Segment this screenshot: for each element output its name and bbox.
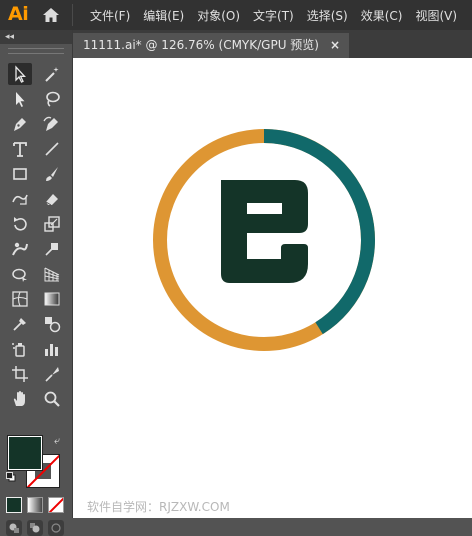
direct-selection-tool-icon[interactable] bbox=[8, 88, 32, 110]
paintbrush-tool-icon[interactable] bbox=[40, 163, 64, 185]
menu-separator bbox=[72, 4, 73, 26]
tools-panel-header: ◂◂ bbox=[0, 30, 72, 44]
lasso-tool-icon[interactable] bbox=[40, 88, 64, 110]
app-logo: Ai bbox=[8, 3, 29, 25]
menu-items: 文件(F) 编辑(E) 对象(O) 文字(T) 选择(S) 效果(C) 视图(V… bbox=[90, 7, 457, 24]
artboard-tool-icon[interactable] bbox=[8, 363, 32, 385]
none-mode-icon[interactable] bbox=[48, 497, 64, 513]
swap-fill-stroke-icon[interactable]: ⤶ bbox=[54, 434, 60, 448]
type-tool-icon[interactable] bbox=[8, 138, 32, 160]
fill-swatch[interactable] bbox=[7, 435, 43, 471]
watermark-text: 软件自学网：RJZXW.COM bbox=[87, 500, 230, 514]
close-tab-icon[interactable]: × bbox=[330, 33, 340, 58]
menu-select[interactable]: 选择(S) bbox=[307, 7, 348, 24]
shape-builder-tool-icon[interactable] bbox=[8, 263, 32, 285]
document-tab[interactable]: 11111.ai* @ 126.76% (CMYK/GPU 预览) × bbox=[73, 33, 349, 58]
draw-behind-icon[interactable] bbox=[27, 520, 43, 536]
fill-stroke-control: ⤶ bbox=[6, 434, 66, 490]
document-tab-bar: 11111.ai* @ 126.76% (CMYK/GPU 预览) × bbox=[73, 30, 472, 58]
collapse-panel-icon[interactable]: ◂◂ bbox=[5, 30, 14, 44]
menu-type[interactable]: 文字(T) bbox=[253, 7, 294, 24]
gradient-mode-icon[interactable] bbox=[27, 497, 43, 513]
drawing-modes-row bbox=[6, 520, 64, 536]
document-tab-title: 11111.ai* @ 126.76% (CMYK/GPU 预览) bbox=[83, 38, 319, 52]
pen-tool-icon[interactable] bbox=[8, 113, 32, 135]
mesh-tool-icon[interactable] bbox=[8, 288, 32, 310]
menu-bar: Ai 文件(F) 编辑(E) 对象(O) 文字(T) 选择(S) 效果(C) 视… bbox=[0, 0, 472, 30]
menu-object[interactable]: 对象(O) bbox=[197, 7, 240, 24]
blend-tool-icon[interactable] bbox=[40, 313, 64, 335]
column-graph-tool-icon[interactable] bbox=[40, 338, 64, 360]
color-mode-icon[interactable] bbox=[6, 497, 22, 513]
slice-tool-icon[interactable] bbox=[40, 363, 64, 385]
shaper-tool-icon[interactable] bbox=[8, 188, 32, 210]
scale-tool-icon[interactable] bbox=[40, 213, 64, 235]
hand-tool-icon[interactable] bbox=[8, 388, 32, 410]
symbol-sprayer-tool-icon[interactable] bbox=[8, 338, 32, 360]
magic-wand-tool-icon[interactable] bbox=[40, 63, 64, 85]
draw-normal-icon[interactable] bbox=[6, 520, 22, 536]
zoom-tool-icon[interactable] bbox=[40, 388, 64, 410]
selection-tool-icon[interactable] bbox=[8, 63, 32, 85]
tools-panel: ◂◂ ⤶ bbox=[0, 30, 73, 536]
eraser-tool-icon[interactable] bbox=[40, 188, 64, 210]
free-transform-tool-icon[interactable] bbox=[40, 238, 64, 260]
perspective-grid-tool-icon[interactable] bbox=[40, 263, 64, 285]
menu-view[interactable]: 视图(V) bbox=[415, 7, 457, 24]
color-mode-row bbox=[6, 497, 64, 513]
letter-e-shape bbox=[221, 180, 308, 283]
warp-tool-icon[interactable] bbox=[8, 238, 32, 260]
logo-artwork[interactable] bbox=[151, 127, 377, 353]
rectangle-tool-icon[interactable] bbox=[8, 163, 32, 185]
default-fill-stroke-icon[interactable] bbox=[6, 472, 16, 482]
rotate-tool-icon[interactable] bbox=[8, 213, 32, 235]
panel-grip[interactable] bbox=[8, 48, 64, 54]
artboard-canvas[interactable]: 软件自学网：RJZXW.COM bbox=[73, 58, 472, 518]
eyedropper-tool-icon[interactable] bbox=[8, 313, 32, 335]
menu-effect[interactable]: 效果(C) bbox=[361, 7, 403, 24]
menu-edit[interactable]: 编辑(E) bbox=[143, 7, 184, 24]
menu-file[interactable]: 文件(F) bbox=[90, 7, 130, 24]
home-icon[interactable] bbox=[42, 6, 60, 24]
draw-inside-icon[interactable] bbox=[48, 520, 64, 536]
gradient-tool-icon[interactable] bbox=[40, 288, 64, 310]
line-segment-tool-icon[interactable] bbox=[40, 138, 64, 160]
curvature-tool-icon[interactable] bbox=[40, 113, 64, 135]
